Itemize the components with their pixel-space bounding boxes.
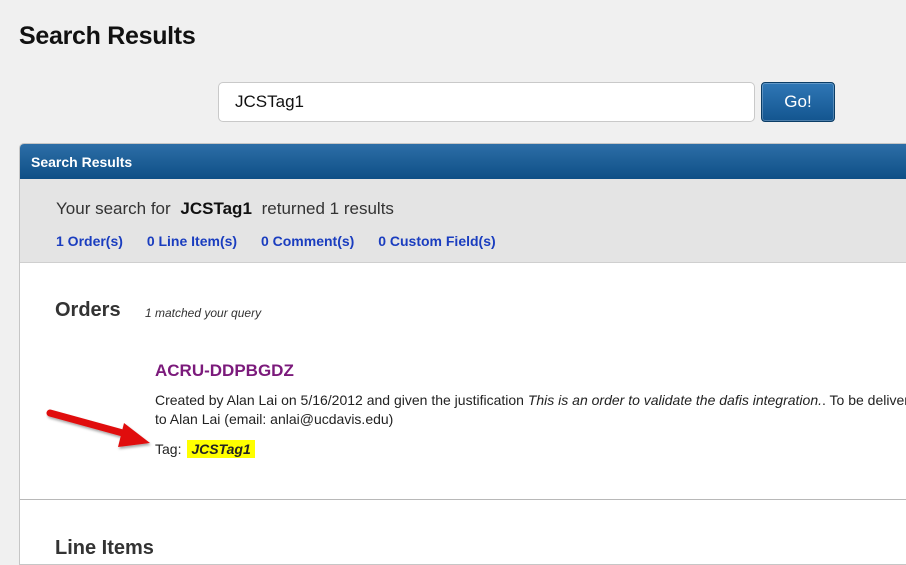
line-items-section: Line Items bbox=[20, 500, 906, 560]
red-arrow-annotation-icon bbox=[46, 409, 150, 447]
summary-term: JCSTag1 bbox=[180, 199, 252, 218]
panel-header: Search Results bbox=[20, 144, 906, 179]
go-button[interactable]: Go! bbox=[761, 82, 835, 122]
orders-section-title: Orders bbox=[55, 299, 121, 321]
summary-text: Your search for JCSTag1 returned 1 resul… bbox=[56, 199, 394, 219]
tag-label: Tag: bbox=[155, 441, 182, 457]
order-desc-before: Created by Alan Lai on 5/16/2012 and giv… bbox=[155, 392, 524, 408]
page-title: Search Results bbox=[19, 22, 196, 50]
orders-count-link[interactable]: 1 Order(s) bbox=[56, 233, 123, 249]
summary-prefix: Your search for bbox=[56, 199, 171, 218]
results-summary: Your search for JCSTag1 returned 1 resul… bbox=[20, 179, 906, 263]
search-input[interactable] bbox=[218, 82, 755, 122]
orders-section: Orders 1 matched your query ACRU-DDPBGDZ… bbox=[20, 263, 906, 500]
order-description: Created by Alan Lai on 5/16/2012 and giv… bbox=[155, 391, 906, 429]
orders-match-note: 1 matched your query bbox=[145, 306, 262, 320]
line-items-section-title: Line Items bbox=[55, 537, 154, 559]
order-desc-after: . To be delivered bbox=[822, 392, 906, 408]
summary-suffix: returned 1 results bbox=[261, 199, 394, 218]
order-result-link[interactable]: ACRU-DDPBGDZ bbox=[155, 361, 294, 381]
order-tag-line: Tag: JCSTag1 bbox=[155, 440, 255, 458]
line-items-count-link[interactable]: 0 Line Item(s) bbox=[147, 233, 237, 249]
comments-count-link[interactable]: 0 Comment(s) bbox=[261, 233, 354, 249]
tag-value-highlight: JCSTag1 bbox=[187, 440, 255, 458]
order-desc-line2: to Alan Lai (email: anlai@ucdavis.edu) bbox=[155, 411, 394, 427]
result-type-links: 1 Order(s) 0 Line Item(s) 0 Comment(s) 0… bbox=[56, 233, 516, 249]
search-results-panel: Search Results Your search for JCSTag1 r… bbox=[19, 143, 906, 565]
order-justification: This is an order to validate the dafis i… bbox=[527, 392, 822, 408]
custom-fields-count-link[interactable]: 0 Custom Field(s) bbox=[378, 233, 495, 249]
